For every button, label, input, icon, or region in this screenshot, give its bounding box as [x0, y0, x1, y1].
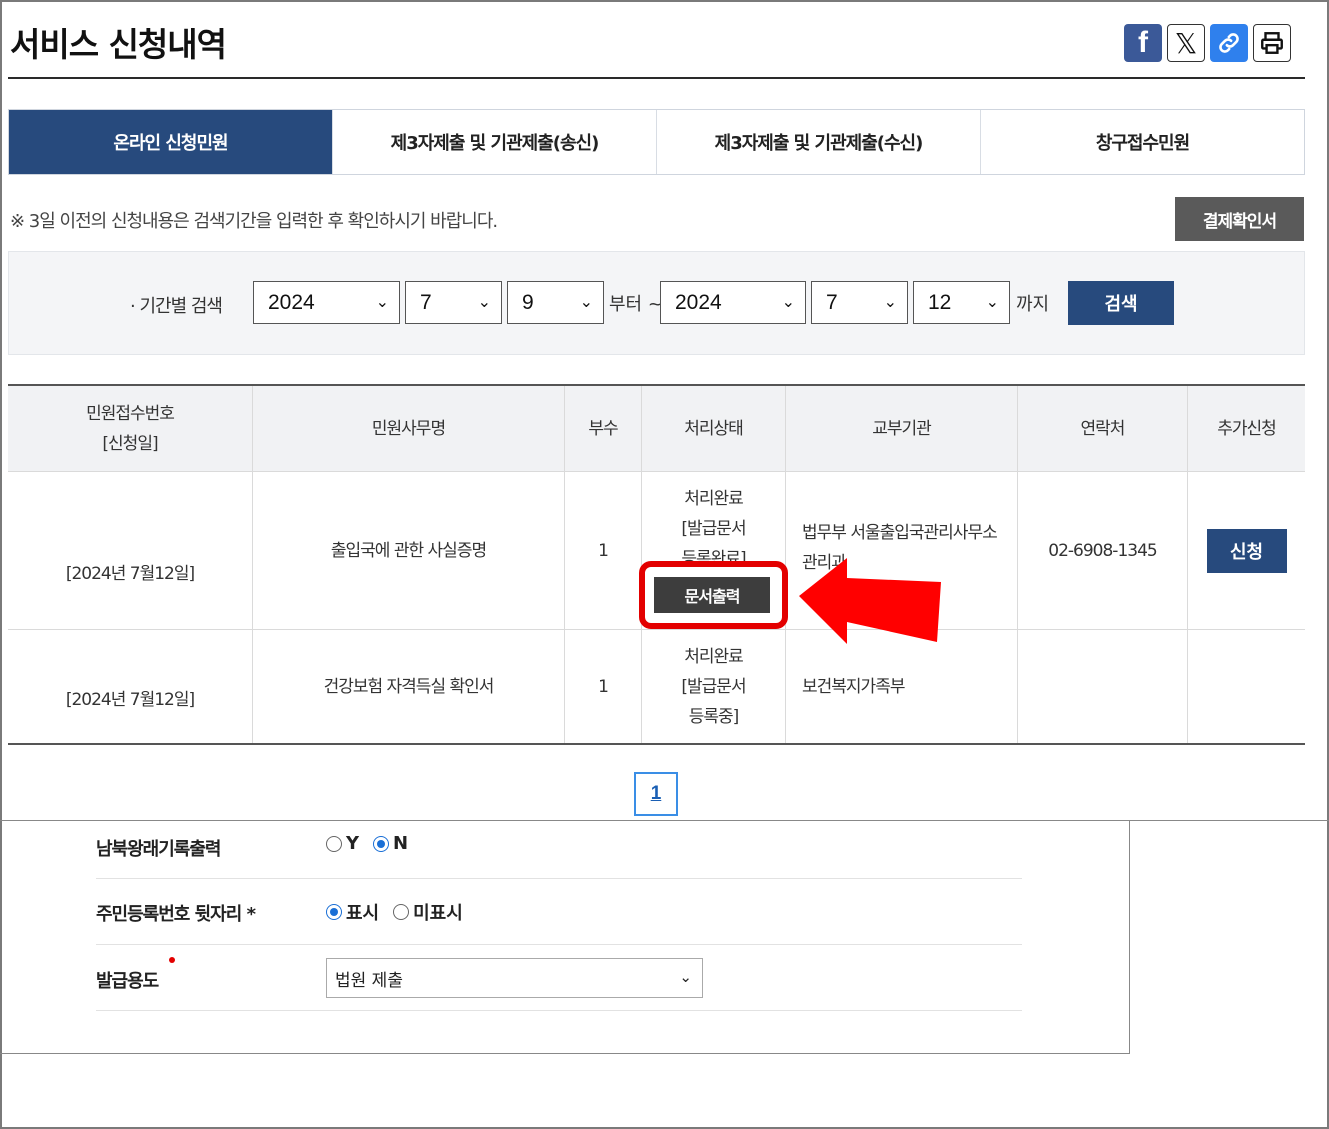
form-divider [96, 878, 1022, 879]
row-date: [2024년 7월12일] [8, 630, 253, 743]
rrn-back-radio-group: 표시 미표시 [326, 899, 477, 925]
header-receipt-number-label: 민원접수번호 [86, 403, 175, 424]
issue-purpose-select[interactable]: 법원 제출 ⌄ [326, 958, 703, 998]
rrn-hide-radio[interactable] [393, 904, 410, 920]
row-service-name: 출입국에 관한 사실증명 [253, 472, 565, 629]
radio-label: N [393, 833, 409, 854]
header-status: 처리상태 [642, 386, 786, 471]
tab-third-party-received[interactable]: 제3자제출 및 기관제출(수신) [657, 110, 981, 174]
to-year-value: 2024 [675, 290, 722, 314]
header-issuing-agency: 교부기관 [786, 386, 1018, 471]
row-status: 처리완료 [발급문서 등록중] [642, 630, 786, 743]
to-year-select[interactable]: 2024 ⌄ [660, 281, 806, 324]
tab-bar: 온라인 신청민원 제3자제출 및 기관제출(송신) 제3자제출 및 기관제출(수… [8, 109, 1305, 175]
chevron-down-icon: ⌄ [477, 294, 491, 311]
rrn-back-label: 주민등록번호 뒷자리 * [96, 904, 256, 925]
search-button[interactable]: 검색 [1068, 281, 1174, 325]
pagination-page[interactable]: 1 [634, 772, 678, 816]
row-contact: 02-6908-1345 [1018, 472, 1188, 629]
to-text: 까지 [1016, 294, 1050, 315]
payment-receipt-button[interactable]: 결제확인서 [1175, 197, 1304, 241]
issue-purpose-value: 법원 제출 [335, 970, 403, 991]
highlight-box [639, 561, 788, 629]
tab-third-party-sent[interactable]: 제3자제출 및 기관제출(송신) [333, 110, 657, 174]
row-issuing-agency: 보건복지가족부 [786, 630, 1018, 743]
print-icon[interactable] [1253, 24, 1291, 62]
radio-label: Y [346, 833, 360, 854]
status-line: 처리완료 [684, 489, 744, 509]
from-month-select[interactable]: 7 ⌄ [405, 281, 502, 324]
from-year-select[interactable]: 2024 ⌄ [253, 281, 400, 324]
radio-label: 표시 [346, 903, 380, 924]
from-day-select[interactable]: 9 ⌄ [507, 281, 604, 324]
radio-label: 미표시 [413, 903, 463, 924]
link-copy-icon[interactable] [1210, 24, 1248, 62]
row-additional-apply [1188, 630, 1305, 743]
north-south-n-radio[interactable] [373, 835, 390, 852]
north-south-record-label: 남북왕래기록출력 [96, 839, 221, 860]
form-divider [96, 944, 1022, 945]
tab-online-applications[interactable]: 온라인 신청민원 [9, 110, 333, 174]
chevron-down-icon: ⌄ [985, 294, 999, 311]
to-month-value: 7 [826, 290, 838, 314]
header-copies: 부수 [565, 386, 642, 471]
row-date: [2024년 7월12일] [8, 472, 253, 629]
chevron-down-icon: ⌄ [781, 294, 795, 311]
title-divider [8, 77, 1305, 79]
header-receipt-number: 민원접수번호 [신청일] [8, 386, 253, 471]
page-title: 서비스 신청내역 [10, 25, 227, 64]
status-line: [발급문서 [681, 676, 746, 697]
to-day-select[interactable]: 12 ⌄ [913, 281, 1010, 324]
row-copies: 1 [565, 630, 642, 743]
north-south-radio-group: Y N [326, 833, 422, 854]
chevron-down-icon: ⌄ [883, 294, 897, 311]
row-copies: 1 [565, 472, 642, 629]
row-contact [1018, 630, 1188, 743]
header-apply-date-label: [신청일] [102, 433, 158, 454]
from-day-value: 9 [522, 290, 534, 314]
search-notice: ※ 3일 이전의 신청내용은 검색기간을 입력한 후 확인하시기 바랍니다. [10, 211, 498, 232]
form-divider [96, 1010, 1022, 1011]
header-service-name: 민원사무명 [253, 386, 565, 471]
table-header-row: 민원접수번호 [신청일] 민원사무명 부수 처리상태 교부기관 연락처 추가신청 [8, 386, 1305, 472]
header-contact: 연락처 [1018, 386, 1188, 471]
chevron-down-icon: ⌄ [679, 968, 692, 986]
apply-button[interactable]: 신청 [1206, 528, 1287, 573]
agency-line: 법무부 서울출입국관리사무소 [802, 523, 998, 543]
facebook-share-icon[interactable]: f [1124, 24, 1162, 62]
table-row: [2024년 7월12일] 건강보험 자격득실 확인서 1 처리완료 [발급문서… [8, 630, 1305, 743]
red-arrow-icon [799, 558, 941, 644]
from-year-value: 2024 [268, 290, 315, 314]
from-month-value: 7 [420, 290, 432, 314]
required-dot-icon [169, 957, 175, 963]
north-south-y-radio[interactable] [326, 835, 342, 852]
x-share-icon[interactable]: 𝕏 [1167, 24, 1205, 62]
to-month-select[interactable]: 7 ⌄ [811, 281, 908, 324]
to-day-value: 12 [928, 290, 952, 314]
status-line: [발급문서 [681, 519, 746, 539]
status-line: 등록중] [688, 706, 740, 727]
from-text: 부터 ~ [609, 294, 663, 315]
row-additional-apply: 신청 [1188, 472, 1305, 629]
chevron-down-icon: ⌄ [375, 294, 389, 311]
status-line: 처리완료 [684, 646, 744, 667]
chevron-down-icon: ⌄ [579, 294, 593, 311]
row-service-name: 건강보험 자격득실 확인서 [253, 630, 565, 743]
tab-counter-applications[interactable]: 창구접수민원 [981, 110, 1304, 174]
period-search-label: · 기간별 검색 [130, 296, 223, 317]
rrn-show-radio[interactable] [326, 904, 342, 920]
header-additional-apply: 추가신청 [1217, 418, 1277, 439]
issue-purpose-label: 발급용도 [96, 971, 159, 992]
